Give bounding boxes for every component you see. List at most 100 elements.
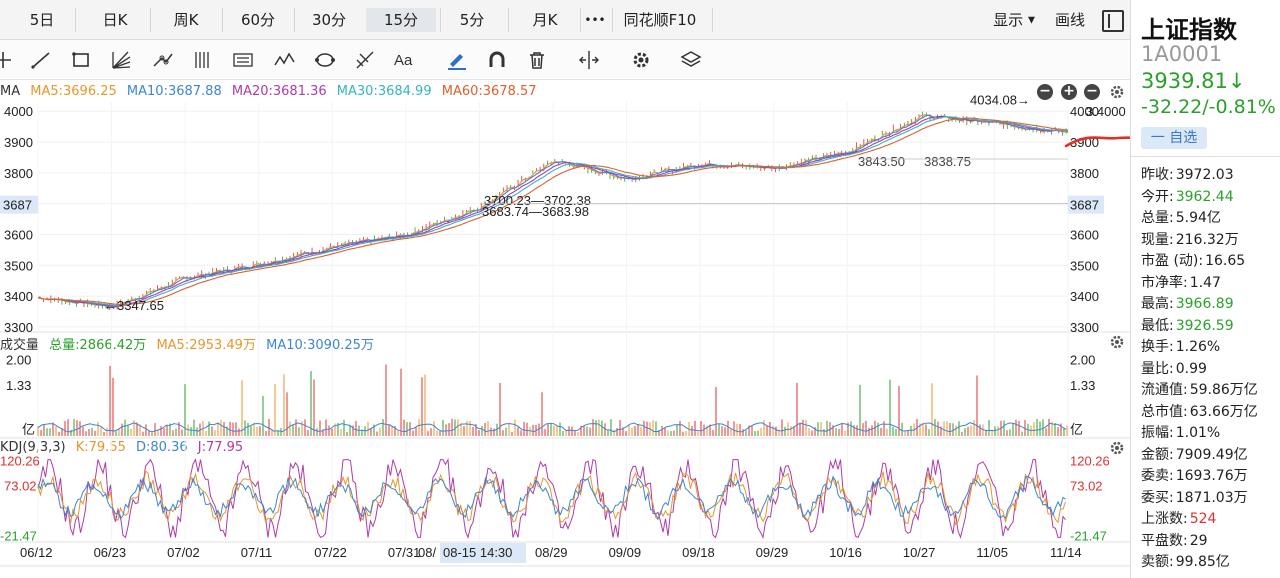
x-tick-label: 07/22 bbox=[314, 545, 347, 560]
line-tool-icon[interactable] bbox=[28, 48, 54, 72]
kdj-tick-label: 73.02 bbox=[4, 478, 37, 493]
stat-row: 最高: 3966.89 bbox=[1141, 293, 1234, 313]
price-panel-gear-icon[interactable] bbox=[1109, 84, 1125, 100]
kdj-k-line bbox=[37, 470, 1066, 526]
price-tick-label-left: 3300 bbox=[4, 320, 33, 335]
stat-key: 委买: bbox=[1141, 489, 1174, 506]
stat-key: 今开: bbox=[1141, 188, 1174, 205]
stat-row: 振幅: 1.01% bbox=[1141, 422, 1220, 442]
stat-row: 流通值: 59.86万亿 bbox=[1141, 379, 1258, 399]
stat-row: 今开: 3962.44 bbox=[1141, 186, 1234, 206]
price-tick-label-right: 3400 bbox=[1070, 289, 1099, 304]
tab-5day[interactable]: 5日 bbox=[22, 8, 62, 32]
stat-value: 524 bbox=[1189, 511, 1217, 527]
kdj-tick-label: 73.02 bbox=[1070, 478, 1103, 493]
crosshair-icon[interactable] bbox=[0, 48, 16, 72]
price-tick-label-right: 3800 bbox=[1070, 166, 1099, 181]
x-tick-label: 09/18 bbox=[682, 545, 715, 560]
kdj-panel-gear-icon[interactable] bbox=[1109, 440, 1125, 456]
stat-key: 最高: bbox=[1141, 296, 1174, 312]
stat-key: 委卖: bbox=[1141, 468, 1174, 484]
highlighter-icon[interactable] bbox=[444, 48, 470, 72]
volume-panel-gear-icon[interactable] bbox=[1109, 334, 1125, 350]
fibonacci-tool-icon[interactable] bbox=[352, 48, 378, 72]
cycle-tool-icon[interactable] bbox=[312, 48, 338, 72]
rectangle-tool-icon[interactable] bbox=[68, 48, 94, 72]
stat-value: 216.32万 bbox=[1175, 231, 1239, 248]
stat-key: 现量: bbox=[1141, 231, 1174, 248]
x-tick-label: 06/12 bbox=[20, 545, 53, 560]
tab-daily-k[interactable]: 日K bbox=[94, 8, 136, 32]
volume-tick-label: 2.00 bbox=[6, 353, 31, 368]
remove-favorite-button[interactable]: 一 自选 bbox=[1141, 127, 1207, 149]
trash-icon[interactable] bbox=[524, 48, 550, 72]
stat-value: 1.01% bbox=[1175, 425, 1221, 441]
tab-5min[interactable]: 5分 bbox=[452, 8, 492, 32]
tab-divider bbox=[150, 8, 151, 32]
tab-f10[interactable]: 同花顺F10 bbox=[620, 8, 700, 32]
layers-icon[interactable] bbox=[678, 48, 704, 72]
volume-tick-label: 2.00 bbox=[1070, 353, 1095, 368]
display-label: 显示 bbox=[993, 11, 1024, 29]
align-icon[interactable] bbox=[576, 48, 602, 72]
magnet-icon[interactable] bbox=[484, 48, 510, 72]
index-change: -32.22/-0.81% bbox=[1141, 96, 1276, 118]
tab-15min[interactable]: 15分 bbox=[366, 8, 436, 32]
index-name: 上证指数 bbox=[1141, 16, 1237, 44]
stat-value: 59.86万亿 bbox=[1189, 382, 1258, 398]
layout-toggle-icon[interactable] bbox=[1102, 10, 1124, 32]
kdj-tick-label: 120.26 bbox=[1070, 454, 1110, 469]
svg-text:Aa: Aa bbox=[394, 52, 413, 69]
price-tick-label-left: 3400 bbox=[4, 289, 33, 304]
stat-row: 换手: 1.26% bbox=[1141, 336, 1220, 356]
crosshair-date-label: 08-15 14:30 bbox=[443, 545, 512, 560]
stat-row: 委买: 1871.03万 bbox=[1141, 487, 1248, 507]
tab-monthly-k[interactable]: 月K bbox=[523, 8, 567, 32]
fan-tool-icon[interactable] bbox=[108, 48, 134, 72]
x-tick-label: 09/09 bbox=[609, 545, 642, 560]
price-tick-label-left: 3900 bbox=[4, 135, 33, 150]
x-tick-label: 09/29 bbox=[756, 545, 789, 560]
volume-ma-line bbox=[37, 422, 1067, 433]
stat-value: 0.99 bbox=[1175, 360, 1207, 377]
more-tabs-button[interactable]: ••• bbox=[582, 8, 608, 32]
text-tool-icon[interactable]: Aa bbox=[392, 48, 418, 72]
quote-info-panel: 上证指数 1A0001 3939.81↓ -32.22/-0.81% 一 自选 … bbox=[1130, 0, 1280, 578]
stat-row: 市盈 (动): 16.65 bbox=[1141, 250, 1245, 270]
draw-line-button[interactable]: 画线 bbox=[1050, 8, 1090, 32]
volume-unit-label: 亿 bbox=[22, 422, 35, 437]
period-tab-bar: 5日 日K 周K 60分 30分 15分 5分 月K ••• 同花顺F10 显示… bbox=[0, 0, 1130, 40]
x-tick-label: 07/31 bbox=[388, 545, 421, 560]
x-tick-label: 10/27 bbox=[903, 545, 936, 560]
stat-value: 16.65 bbox=[1205, 253, 1246, 269]
text-block-icon[interactable] bbox=[230, 48, 256, 72]
price-tick-label-left: 3600 bbox=[4, 227, 33, 242]
x-tick-label-partial: 08/ bbox=[418, 545, 436, 560]
pitchfork-tool-icon[interactable] bbox=[150, 48, 176, 72]
price-tick-label-right: 3500 bbox=[1070, 258, 1099, 273]
price-tick-label-left: 4000 bbox=[4, 104, 33, 119]
parallel-lines-icon[interactable] bbox=[190, 48, 216, 72]
wave-tool-icon[interactable] bbox=[272, 48, 298, 72]
kdj-tick-label: 120.26 bbox=[0, 454, 40, 469]
x-tick-label: 06/23 bbox=[94, 545, 127, 560]
display-menu-button[interactable]: 显示 ▼ bbox=[984, 8, 1044, 32]
tab-divider bbox=[294, 8, 295, 32]
stat-key: 昨收: bbox=[1141, 167, 1174, 183]
tab-30min[interactable]: 30分 bbox=[307, 8, 351, 32]
stat-value: 1871.03万 bbox=[1175, 489, 1248, 506]
volume-tick-label: 1.33 bbox=[6, 378, 31, 393]
tab-60min[interactable]: 60分 bbox=[236, 8, 280, 32]
gear-icon[interactable] bbox=[628, 48, 654, 72]
stat-row: 金额: 7909.49亿 bbox=[1141, 444, 1248, 464]
price-tag-left: 3687 bbox=[3, 198, 32, 213]
stat-key: 总市值: bbox=[1141, 403, 1188, 420]
stat-key: 量比: bbox=[1141, 360, 1174, 377]
stat-value: 5.94亿 bbox=[1175, 210, 1221, 226]
tab-divider bbox=[612, 8, 613, 32]
kline-chart[interactable]: 3300330034003400350035003600360037003700… bbox=[0, 80, 1130, 578]
tab-weekly-k[interactable]: 周K bbox=[164, 8, 208, 32]
tab-divider bbox=[712, 8, 713, 32]
stat-value: 7909.49亿 bbox=[1175, 446, 1248, 463]
stat-key: 市盈 (动): bbox=[1141, 253, 1204, 269]
